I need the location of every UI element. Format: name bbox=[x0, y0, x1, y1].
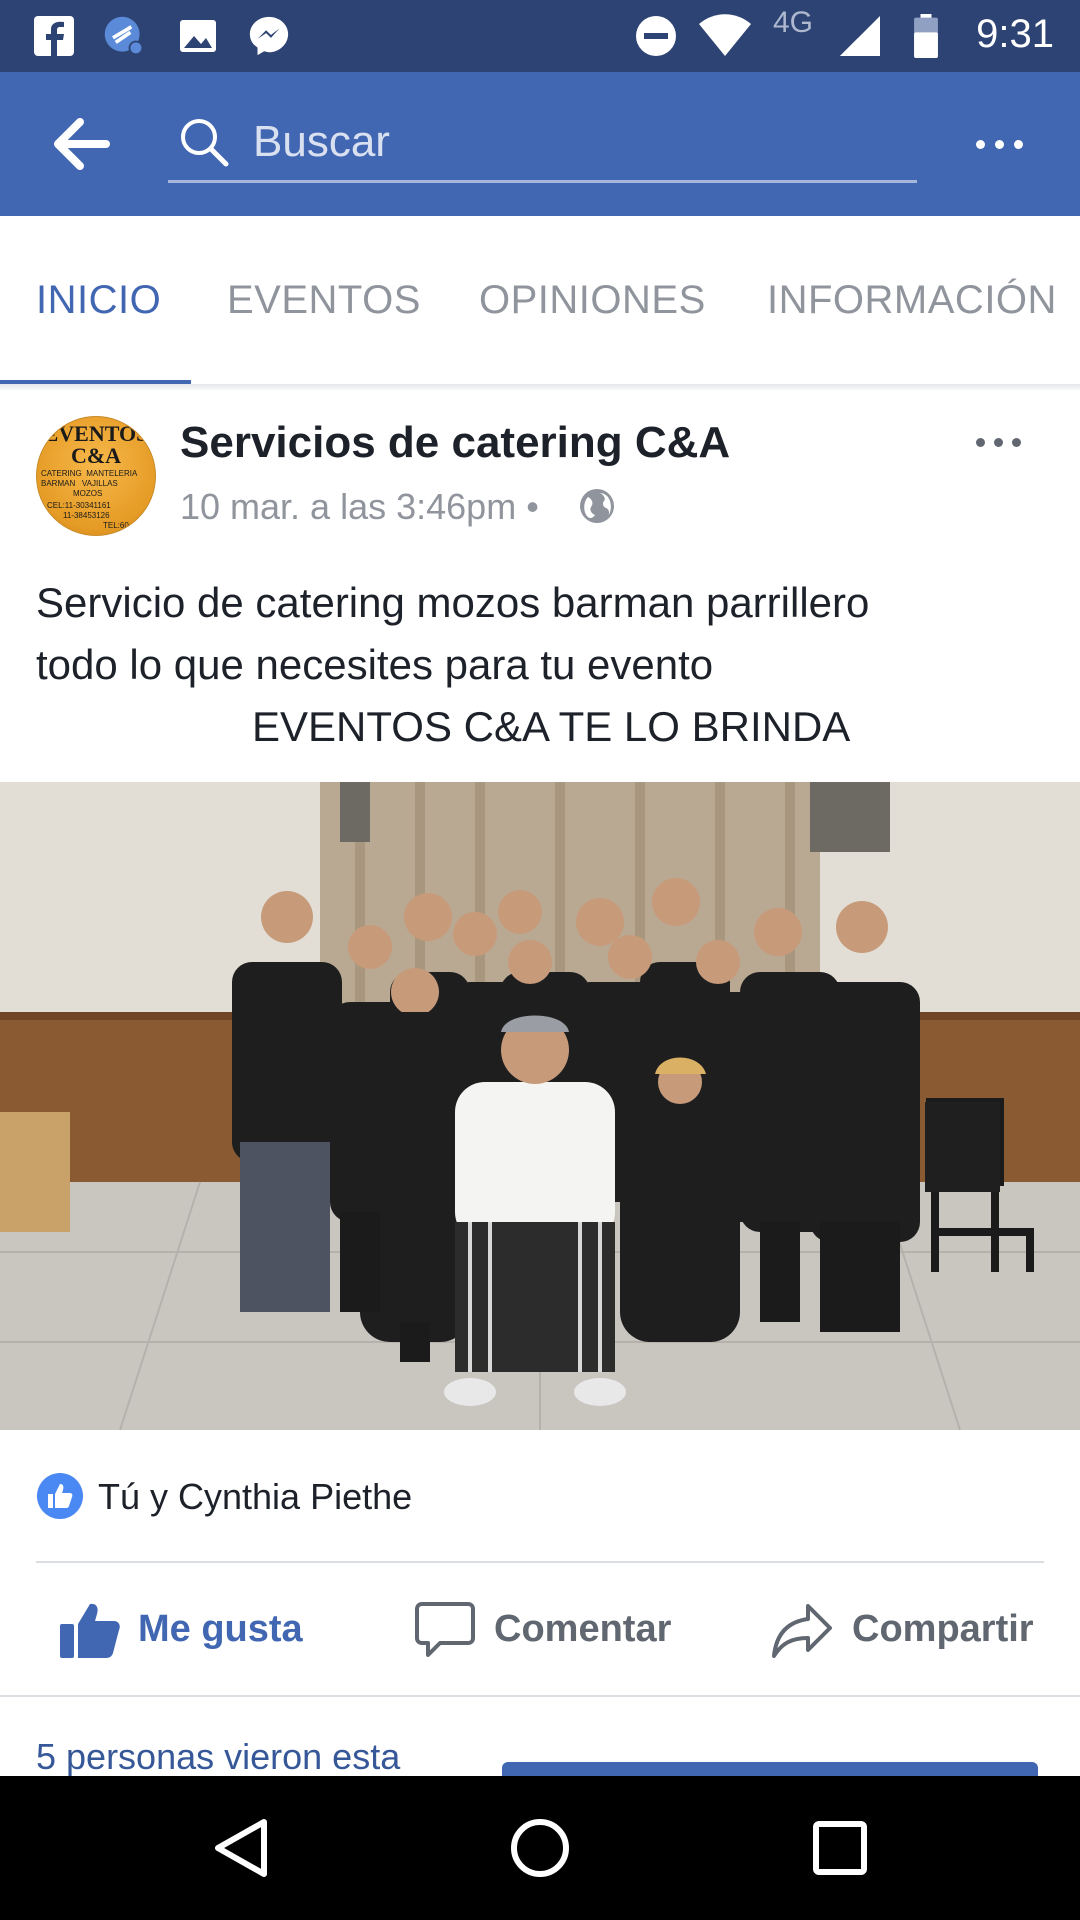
comment-button[interactable]: Comentar bbox=[414, 1592, 674, 1668]
facebook-icon bbox=[34, 16, 74, 56]
back-triangle-icon[interactable] bbox=[210, 1816, 274, 1880]
share-button[interactable]: Compartir bbox=[770, 1592, 1034, 1668]
post-text-line-1: Servicio de catering mozos barman parril… bbox=[36, 579, 870, 626]
status-bar: 4G 9:31 bbox=[0, 0, 1080, 72]
clock: 9:31 bbox=[976, 12, 1054, 56]
tabs-shadow bbox=[0, 384, 1080, 390]
system-navigation-bar bbox=[0, 1776, 1080, 1920]
recents-square-icon[interactable] bbox=[808, 1816, 872, 1880]
search-placeholder: Buscar bbox=[253, 117, 390, 166]
post-views-text[interactable]: 5 personas vieron esta bbox=[36, 1736, 400, 1778]
page-tabs: INICIO EVENTOS OPINIONES INFORMACIÓN bbox=[0, 216, 1080, 386]
globe-icon bbox=[580, 489, 614, 523]
tab-informacion[interactable]: INFORMACIÓN bbox=[767, 278, 1057, 323]
signal-icon bbox=[840, 16, 880, 56]
post-photo[interactable] bbox=[0, 782, 1080, 1430]
like-label: Me gusta bbox=[138, 1608, 303, 1650]
avatar-logo-text: EVENTOS C&A bbox=[43, 421, 149, 468]
like-reaction-icon bbox=[37, 1473, 83, 1519]
battery-icon bbox=[914, 14, 938, 58]
reactions-names: Tú y Cynthia Piethe bbox=[98, 1476, 413, 1517]
do-not-disturb-icon bbox=[636, 16, 676, 56]
comment-label: Comentar bbox=[494, 1608, 672, 1650]
wifi-icon bbox=[699, 14, 751, 56]
gallery-icon bbox=[180, 20, 216, 52]
network-type: 4G bbox=[773, 6, 814, 39]
tab-eventos[interactable]: EVENTOS bbox=[227, 278, 421, 323]
share-icon bbox=[772, 1604, 832, 1658]
group-photo-illustration bbox=[0, 782, 1080, 1430]
divider bbox=[36, 1561, 1044, 1563]
more-options-button[interactable] bbox=[970, 122, 1030, 166]
page-avatar[interactable]: EVENTOS C&A CATERING MANTELERIA BARMAN VA… bbox=[36, 416, 156, 536]
search-input[interactable]: Buscar bbox=[168, 102, 917, 183]
tab-inicio[interactable]: INICIO bbox=[36, 278, 161, 323]
home-circle-icon[interactable] bbox=[508, 1816, 572, 1880]
post-more-options-button[interactable] bbox=[972, 426, 1028, 458]
like-button[interactable]: Me gusta bbox=[58, 1592, 318, 1668]
post-text-line-3: EVENTOS C&A TE LO BRINDA bbox=[252, 703, 851, 750]
back-arrow-icon[interactable] bbox=[52, 116, 112, 172]
post-body: Servicio de catering mozos barman parril… bbox=[36, 572, 1046, 758]
comment-icon bbox=[415, 1602, 475, 1657]
share-label: Compartir bbox=[852, 1608, 1034, 1650]
page-name[interactable]: Servicios de catering C&A bbox=[180, 418, 730, 468]
post-text-line-2: todo lo que necesites para tu evento bbox=[36, 641, 714, 688]
tab-opiniones[interactable]: OPINIONES bbox=[479, 278, 706, 323]
thumbs-up-icon bbox=[60, 1603, 120, 1658]
search-bar: Buscar bbox=[0, 72, 1080, 216]
data-saver-icon bbox=[104, 16, 144, 56]
messenger-icon bbox=[249, 16, 289, 56]
post-timestamp[interactable]: 10 mar. a las 3:46pm • bbox=[180, 486, 539, 528]
search-icon bbox=[181, 119, 229, 167]
divider bbox=[0, 1695, 1080, 1697]
